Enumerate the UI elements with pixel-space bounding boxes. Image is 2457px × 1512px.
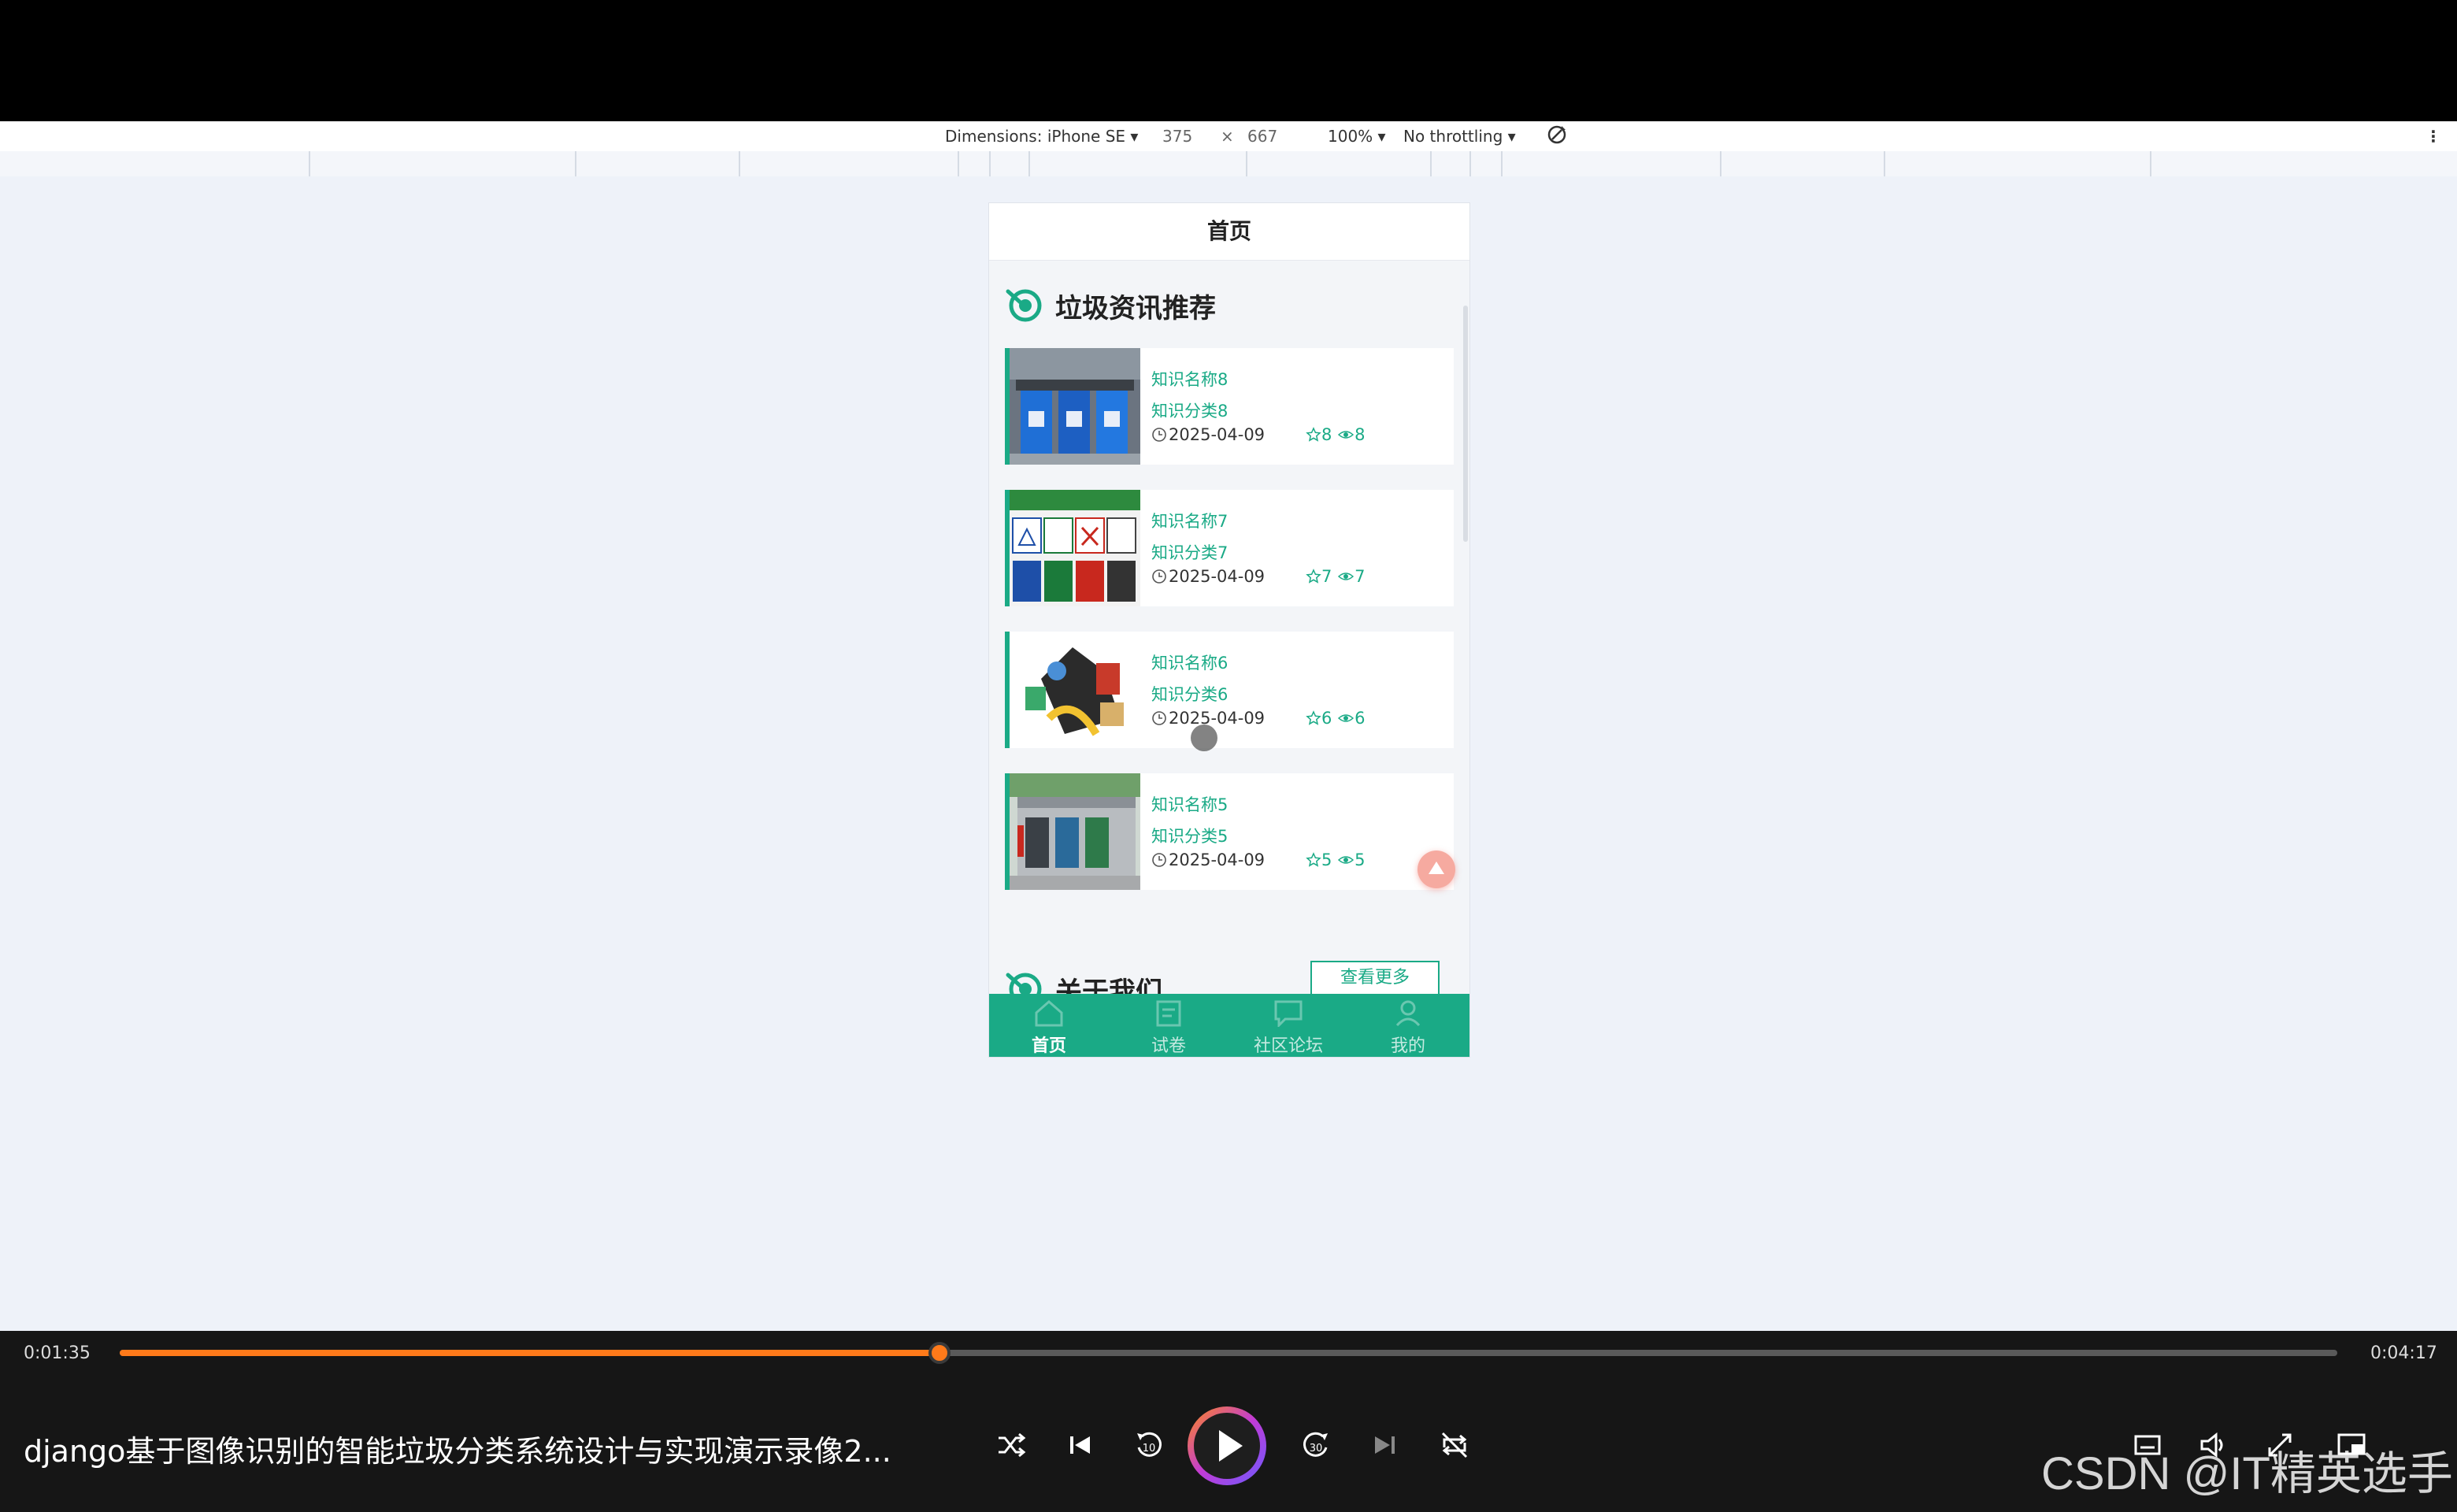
arrow-up-icon xyxy=(1429,862,1444,874)
viewport-height-input[interactable]: 667 xyxy=(1247,127,1277,146)
clock-icon xyxy=(1152,853,1166,867)
fast-forward-icon[interactable]: 30 xyxy=(1295,1424,1337,1466)
touch-cursor xyxy=(1191,724,1217,751)
clock-icon xyxy=(1152,428,1166,442)
section-title: 垃圾资讯推荐 xyxy=(1055,293,1216,324)
item-stats: 6 6 xyxy=(1306,709,1365,728)
svg-text:30: 30 xyxy=(1310,1443,1323,1455)
eye-icon xyxy=(1337,856,1354,864)
sorting-chart-photo xyxy=(1010,490,1140,606)
item-name: 知识名称6 xyxy=(1151,654,1228,673)
news-card[interactable]: 知识名称6 知识分类6 2025-04-09 6 6 xyxy=(1005,632,1454,748)
viewport-width-input[interactable]: 375 xyxy=(1162,127,1192,146)
next-icon[interactable] xyxy=(1364,1424,1406,1466)
clock-icon xyxy=(1152,569,1166,584)
dimension-separator: × xyxy=(1221,127,1234,146)
star-icon xyxy=(1306,569,1321,584)
bottom-tab-bar: 首页 试卷 社区论坛 我的 xyxy=(989,994,1469,1057)
item-category: 知识分类8 xyxy=(1151,402,1228,421)
csdn-watermark: CSDN @IT精英选手 xyxy=(2041,1448,2453,1499)
page-scrollbar[interactable] xyxy=(1463,306,1468,542)
tab-forum[interactable]: 社区论坛 xyxy=(1228,994,1348,1057)
play-button[interactable] xyxy=(1188,1406,1266,1485)
loop-off-icon[interactable] xyxy=(1433,1424,1476,1466)
tab-exam[interactable]: 试卷 xyxy=(1109,994,1228,1057)
zoom-dropdown[interactable]: 100% ▾ xyxy=(1328,127,1386,146)
item-category: 知识分类6 xyxy=(1151,685,1228,704)
device-dimensions-dropdown[interactable]: Dimensions: iPhone SE ▾ xyxy=(945,127,1138,146)
trash-bins-photo xyxy=(1010,348,1140,465)
video-title: django基于图像识别的智能垃圾分类系统设计与实现演示录像2... xyxy=(24,1434,891,1469)
rotate-icon[interactable] xyxy=(1545,123,1569,150)
forum-icon xyxy=(1274,1000,1303,1027)
item-date: 2025-04-09 xyxy=(1151,567,1265,586)
progress-handle[interactable] xyxy=(928,1342,951,1364)
star-icon xyxy=(1306,427,1321,442)
back-to-top-button[interactable] xyxy=(1418,850,1455,888)
item-date: 2025-04-09 xyxy=(1151,850,1265,869)
item-stats: 5 5 xyxy=(1306,850,1365,869)
item-name: 知识名称5 xyxy=(1151,795,1228,814)
media-query-ruler xyxy=(0,151,2457,177)
item-category: 知识分类5 xyxy=(1151,827,1228,846)
eye-icon xyxy=(1337,714,1354,722)
item-category: 知识分类7 xyxy=(1151,543,1228,562)
eye-icon xyxy=(1337,573,1354,580)
view-more-button[interactable]: 查看更多 xyxy=(1310,961,1440,995)
clock-icon xyxy=(1152,711,1166,725)
rewind-icon[interactable]: 10 xyxy=(1128,1424,1170,1466)
exam-icon xyxy=(1156,1000,1181,1027)
shuffle-icon[interactable] xyxy=(989,1424,1032,1466)
recycling-station-photo xyxy=(1010,773,1140,890)
star-icon xyxy=(1306,852,1321,867)
svg-text:10: 10 xyxy=(1143,1443,1156,1455)
tab-home[interactable]: 首页 xyxy=(989,994,1109,1057)
item-name: 知识名称7 xyxy=(1151,512,1228,531)
devtools-toolbar: Dimensions: iPhone SE ▾ 375 × 667 100% ▾… xyxy=(0,121,2457,152)
throttling-dropdown[interactable]: No throttling ▾ xyxy=(1403,127,1516,146)
mobile-page: 首页 垃圾资讯推荐 知识名称8 知识分类8 2025-04-09 8 8 知识名… xyxy=(989,203,1469,1057)
play-icon xyxy=(1219,1430,1243,1462)
total-time: 0:04:17 xyxy=(2370,1343,2437,1363)
news-card[interactable]: 知识名称7 知识分类7 2025-04-09 7 7 xyxy=(1005,490,1454,606)
garbage-illustration xyxy=(1010,632,1140,748)
item-date: 2025-04-09 xyxy=(1151,425,1265,444)
news-card[interactable]: 知识名称8 知识分类8 2025-04-09 8 8 xyxy=(1005,348,1454,465)
star-icon xyxy=(1306,710,1321,725)
news-card[interactable]: 知识名称5 知识分类5 2025-04-09 5 5 xyxy=(1005,773,1454,890)
progress-fill xyxy=(120,1350,939,1356)
page-title: 首页 xyxy=(989,203,1469,261)
more-options-icon[interactable]: ⋮ xyxy=(2426,127,2441,146)
item-stats: 8 8 xyxy=(1306,425,1365,444)
item-stats: 7 7 xyxy=(1306,567,1365,586)
user-icon xyxy=(1395,1000,1421,1027)
eye-icon xyxy=(1337,431,1354,439)
home-icon xyxy=(1035,1000,1063,1027)
item-name: 知识名称8 xyxy=(1151,370,1228,389)
current-time: 0:01:35 xyxy=(24,1343,91,1363)
previous-icon[interactable] xyxy=(1058,1424,1101,1466)
tab-mine[interactable]: 我的 xyxy=(1348,994,1468,1057)
target-icon xyxy=(1006,289,1042,322)
